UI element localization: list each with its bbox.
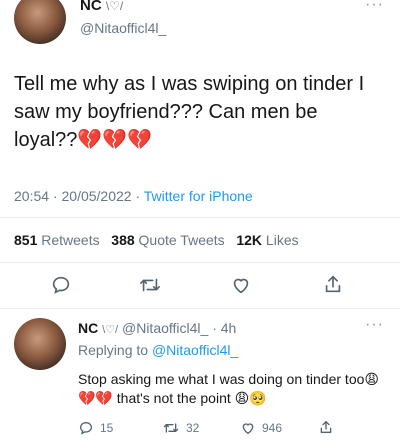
tweet-time: 20:54 [14,188,50,204]
retweet-icon [163,423,179,433]
divider [0,308,400,309]
divider [0,262,400,263]
reply-avatar[interactable] [14,318,66,370]
tweet-stats: 851 Retweets 388 Quote Tweets 12K Likes [14,232,299,248]
divider [0,217,400,218]
author-name[interactable]: NC \♡/ [80,0,123,14]
author-handle[interactable]: @Nitaofficl4l_ [80,20,166,36]
tweet-text: Tell me why as I was swiping on tinder I… [14,73,365,151]
broken-heart-emojis: 💔💔💔 [77,129,153,151]
more-icon[interactable]: ··· [365,0,384,14]
avatar[interactable] [14,0,66,44]
retweets-stat[interactable]: 851 Retweets [14,232,104,248]
reply-text: Stop asking me what I was doing on tinde… [78,371,380,406]
share-icon [320,421,332,433]
reply-retweet-button[interactable]: 32 [162,420,199,436]
like-icon [242,423,254,435]
name-decoration: \♡/ [105,0,124,13]
reply-share-button[interactable] [318,419,334,440]
like-icon[interactable] [230,274,252,296]
quotes-stat[interactable]: 388 Quote Tweets [111,232,228,248]
likes-stat[interactable]: 12K Likes [236,232,298,248]
reply-icon[interactable] [50,274,72,296]
reply-header: NC \♡/ @Nitaofficl4l_ · 4h [78,320,237,336]
replying-to: Replying to @Nitaofficl4l_ [78,342,239,358]
reply-reply-button[interactable]: 15 [78,420,113,436]
share-icon[interactable] [322,273,344,295]
reply-like-button[interactable]: 946 [240,420,282,436]
tweet-meta: 20:54 · 20/05/2022 · Twitter for iPhone [14,188,253,204]
retweet-icon[interactable] [138,274,162,296]
tweet-source[interactable]: Twitter for iPhone [144,188,253,204]
reply-icon [79,421,93,435]
reply-more-icon[interactable]: ··· [365,316,384,334]
tweet-date: 20/05/2022 [61,188,132,204]
